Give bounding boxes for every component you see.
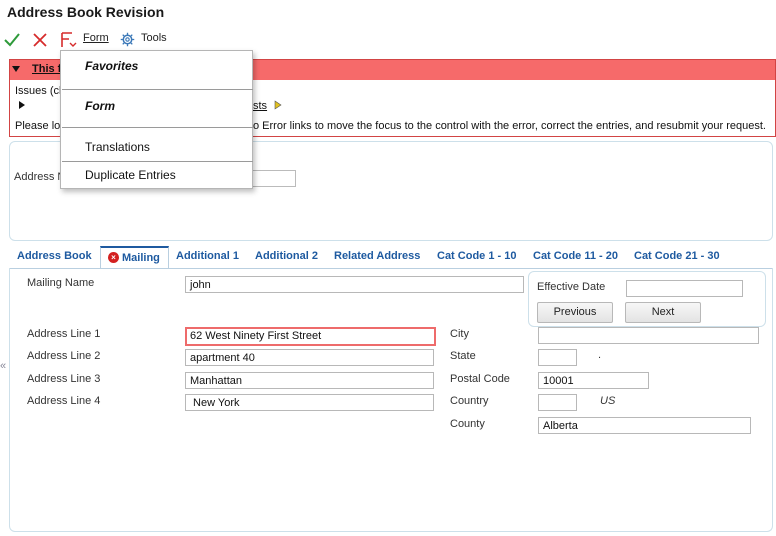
address-number-label: Address N — [14, 171, 66, 183]
error-panel-title[interactable]: This f — [32, 63, 61, 75]
tab-cat-code-11-20[interactable]: Cat Code 11 - 20 — [533, 250, 618, 262]
address-line-2-input[interactable]: apartment 40 — [185, 349, 434, 366]
form-menu-button[interactable]: Form — [83, 32, 109, 44]
menu-header-form[interactable]: Form — [85, 99, 115, 113]
next-error-arrow-icon[interactable] — [274, 100, 282, 110]
city-label: City — [450, 328, 469, 340]
state-label: State — [450, 350, 476, 362]
collapse-triangle-icon[interactable] — [12, 66, 20, 72]
tab-additional-1[interactable]: Additional 1 — [176, 250, 239, 262]
tab-cat-code-1-10[interactable]: Cat Code 1 - 10 — [437, 250, 516, 262]
error-icon: × — [108, 252, 119, 263]
effective-date-label: Effective Date — [537, 281, 606, 293]
postal-code-label: Postal Code — [450, 373, 510, 385]
form-dropdown-menu: Favorites Form Translations Duplicate En… — [60, 50, 253, 189]
menu-header-favorites[interactable]: Favorites — [85, 59, 138, 73]
country-label: Country — [450, 395, 489, 407]
mailing-name-input[interactable]: john — [185, 276, 524, 293]
state-input[interactable] — [538, 349, 577, 366]
collapse-left-icon[interactable]: « — [0, 360, 8, 376]
tab-additional-2[interactable]: Additional 2 — [255, 250, 318, 262]
menu-separator — [62, 89, 253, 90]
postal-code-input[interactable]: 10001 — [538, 372, 649, 389]
address-line-3-input[interactable]: Manhattan — [185, 372, 434, 389]
city-input[interactable] — [538, 327, 759, 344]
gear-icon[interactable] — [120, 32, 135, 47]
form-menu-label: Form — [83, 32, 109, 44]
address-number-input[interactable] — [250, 170, 296, 187]
mailing-name-label: Mailing Name — [27, 277, 95, 289]
menu-item-translations[interactable]: Translations — [85, 140, 150, 154]
address-line-2-label: Address Line 2 — [27, 350, 101, 362]
country-input[interactable] — [538, 394, 577, 411]
tools-menu-label: Tools — [141, 32, 167, 44]
previous-button[interactable]: Previous — [537, 302, 613, 323]
address-line-4-input[interactable]: New York — [185, 394, 434, 411]
error-instructions-start: Please lo — [15, 120, 61, 132]
close-icon[interactable] — [31, 31, 49, 49]
county-input[interactable]: Alberta — [538, 417, 751, 434]
tab-mailing[interactable]: Mailing — [122, 252, 160, 264]
menu-item-duplicate-entries[interactable]: Duplicate Entries — [85, 168, 176, 182]
checkmark-icon[interactable] — [3, 31, 21, 49]
tab-cat-code-21-30[interactable]: Cat Code 21 - 30 — [634, 250, 720, 262]
form-icon[interactable] — [60, 31, 78, 49]
expand-arrow-icon[interactable] — [18, 100, 26, 110]
next-button[interactable]: Next — [625, 302, 701, 323]
error-instructions: o Error links to move the focus to the c… — [253, 120, 766, 132]
state-description: . — [598, 349, 602, 361]
page-title: Address Book Revision — [7, 4, 165, 20]
effective-date-input[interactable] — [626, 280, 743, 297]
error-link[interactable]: sts — [253, 100, 267, 112]
tab-related-address[interactable]: Related Address — [334, 250, 420, 262]
county-label: County — [450, 418, 485, 430]
address-line-1-label: Address Line 1 — [27, 328, 101, 340]
error-issues-text: Issues (cl — [15, 85, 62, 97]
menu-separator — [62, 127, 253, 128]
address-line-4-label: Address Line 4 — [27, 395, 101, 407]
tools-menu-button[interactable]: Tools — [141, 32, 167, 44]
menu-separator — [62, 161, 253, 162]
address-line-3-label: Address Line 3 — [27, 373, 101, 385]
address-line-1-input[interactable]: 62 West Ninety First Street — [185, 327, 436, 346]
tab-address-book[interactable]: Address Book — [17, 250, 92, 262]
country-description: US — [600, 395, 616, 407]
